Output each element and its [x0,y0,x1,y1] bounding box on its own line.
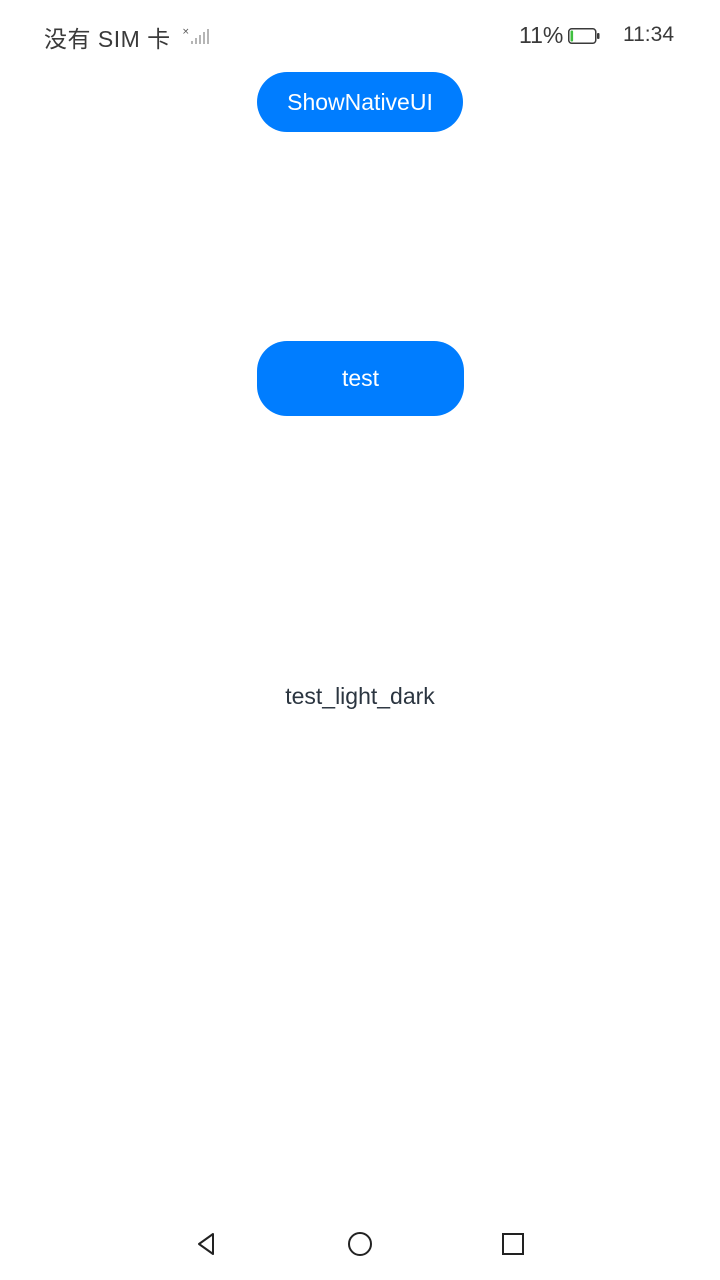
carrier-text: 没有 SIM 卡 [44,26,171,52]
battery-low-icon [568,28,600,44]
navigation-bar [0,1220,720,1268]
test-button[interactable]: test [257,341,464,416]
status-bar: 没有 SIM 卡 × 11% 11:34 [0,0,720,72]
recent-square-icon[interactable] [499,1230,527,1258]
clock: 11:34 [623,23,674,46]
back-triangle-icon[interactable] [193,1230,221,1258]
battery-percent: 11% [519,22,564,48]
svg-text:×: × [182,27,190,37]
home-circle-icon[interactable] [346,1230,374,1258]
light-dark-label: test_light_dark [285,683,435,709]
show-native-ui-button[interactable]: ShowNativeUI [257,72,463,132]
no-signal-icon: × [182,26,210,46]
app-screen: 没有 SIM 卡 × 11% 11:34 ShowNativeUI test t… [0,0,720,1280]
